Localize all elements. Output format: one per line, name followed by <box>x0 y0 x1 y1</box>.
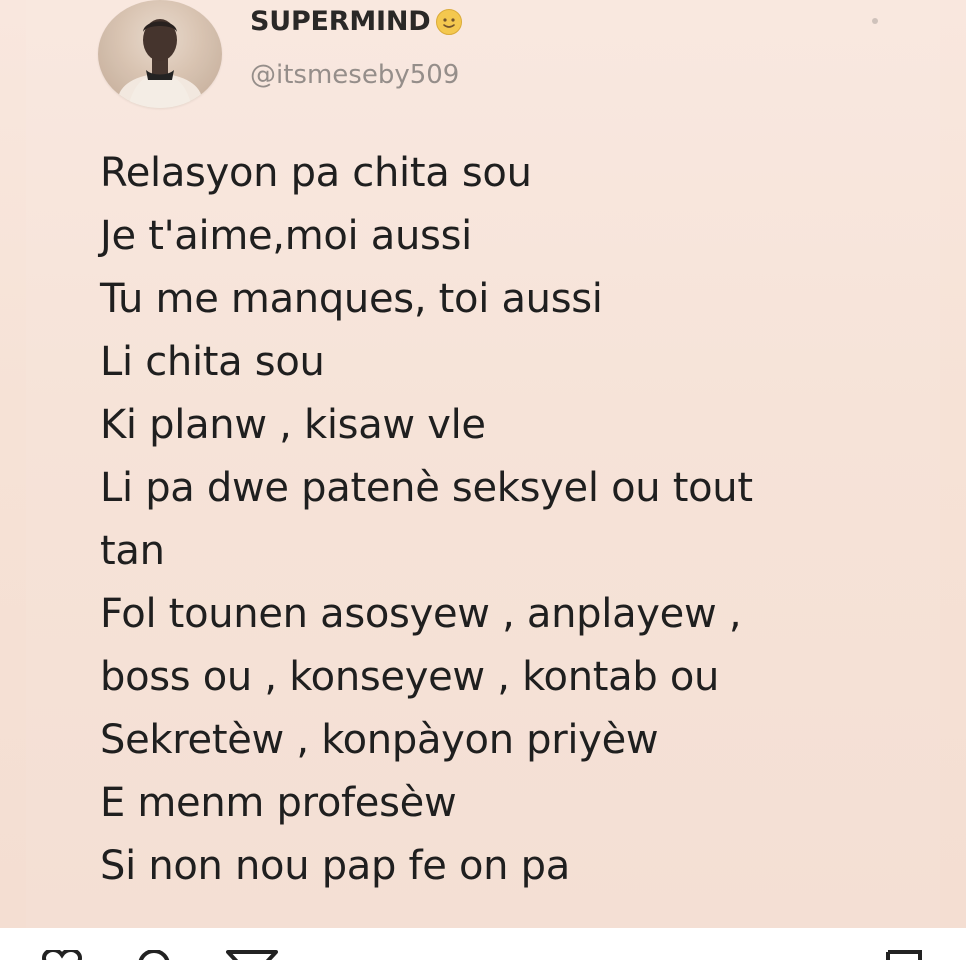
display-name[interactable]: SUPERMIND <box>250 6 431 37</box>
tweet-line: Fol tounen asosyew , anplayew , <box>100 591 742 637</box>
tweet-line: Ki planw , kisaw vle <box>100 402 486 448</box>
share-icon[interactable] <box>226 950 278 960</box>
profile-photo-icon <box>118 19 202 108</box>
name-row: SUPERMIND <box>250 6 463 37</box>
slightly-smiling-face-icon <box>435 8 463 36</box>
tweet-line: Si non nou pap fe on pa <box>100 843 570 889</box>
tweet-line: Li chita sou <box>100 339 325 385</box>
tweet-line: tan <box>100 528 165 574</box>
tweet-line: E menm profesèw <box>100 780 457 826</box>
tweet-text: Relasyon pa chita sou Je t'aime,moi auss… <box>100 142 880 898</box>
tweet-line: Je t'aime,moi aussi <box>100 213 472 259</box>
tweet-card: SUPERMIND @itsmeseby509 Relasyon pa chit… <box>0 0 966 928</box>
tweet-line: boss ou , konseyew , kontab ou <box>100 654 720 700</box>
tweet-line: Tu me manques, toi aussi <box>100 276 603 322</box>
user-handle[interactable]: @itsmeseby509 <box>250 60 459 90</box>
heart-icon[interactable] <box>40 950 84 960</box>
tweet-header: SUPERMIND @itsmeseby509 <box>98 0 878 112</box>
action-bar <box>0 928 966 960</box>
tweet-line: Sekretèw , konpàyon priyèw <box>100 717 659 763</box>
avatar[interactable] <box>98 0 222 108</box>
bookmark-icon[interactable] <box>884 950 924 960</box>
tweet-line: Li pa dwe patenè seksyel ou tout <box>100 465 753 511</box>
comment-icon[interactable] <box>134 950 174 960</box>
tweet-line: Relasyon pa chita sou <box>100 150 532 196</box>
more-options-icon[interactable] <box>872 18 878 24</box>
